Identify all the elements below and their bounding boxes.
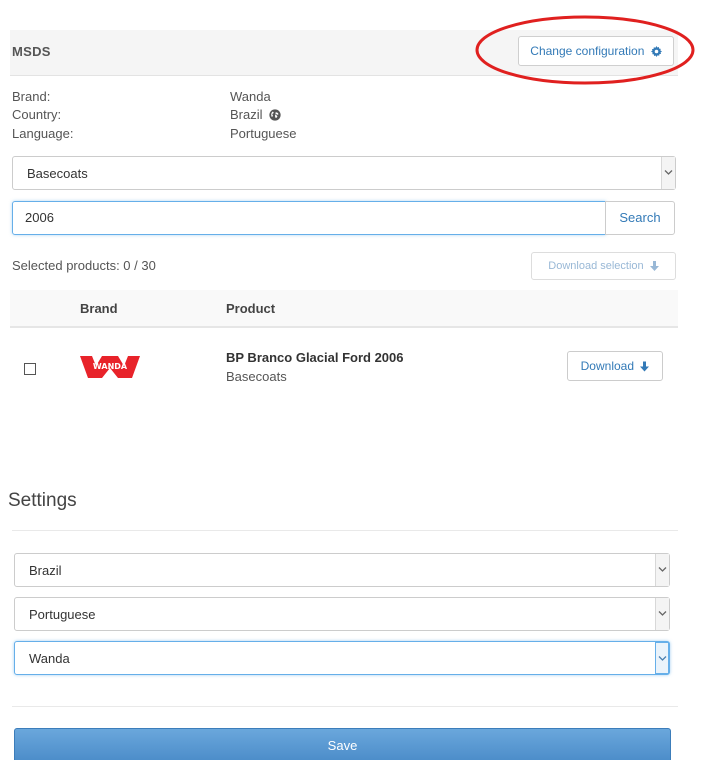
product-name: BP Branco Glacial Ford 2006 [226,350,404,365]
globe-icon[interactable] [269,109,281,124]
download-label: Download [580,359,635,373]
brand-select-value: Wanda [29,651,70,666]
table-row: WANDA BP Branco Glacial Ford 2006 Baseco… [10,330,678,400]
brand-label: Brand: [12,89,51,104]
settings-title: Settings [8,490,77,511]
language-select[interactable]: Portuguese [14,597,670,631]
change-configuration-button[interactable]: Change configuration [518,36,674,66]
language-select-value: Portuguese [29,607,96,622]
msds-page: MSDS Change configuration Brand: Wanda C… [0,0,710,760]
category-select-value: Basecoats [27,166,88,181]
change-configuration-label: Change configuration [530,44,645,58]
category-select[interactable]: Basecoats [12,156,676,190]
gear-icon [650,39,662,67]
search-input[interactable]: 2006 [12,201,606,235]
msds-header: MSDS Change configuration [10,30,678,76]
arrow-down-icon [649,255,659,281]
chevron-down-icon[interactable] [655,598,669,630]
column-header-brand: Brand [80,301,118,316]
divider [12,706,678,707]
chevron-down-icon[interactable] [661,157,675,189]
divider [12,530,678,531]
arrow-down-icon [640,354,650,382]
search-button[interactable]: Search [605,201,675,235]
country-value-wrap: Brazil [230,107,281,124]
country-select[interactable]: Brazil [14,553,670,587]
save-button[interactable]: Save [14,728,671,760]
panel-title: MSDS [12,44,51,59]
brand-value: Wanda [230,89,271,104]
products-table-header: Brand Product [10,290,678,328]
brand-logo-text: WANDA [93,362,128,371]
country-select-value: Brazil [29,563,62,578]
chevron-down-icon[interactable] [655,642,669,674]
wanda-brand-logo: WANDA [80,356,140,378]
country-label: Country: [12,107,62,122]
row-select-checkbox[interactable] [24,363,36,375]
download-button[interactable]: Download [567,351,663,381]
language-value: Portuguese [230,126,297,141]
country-value: Brazil [230,107,263,122]
download-selection-label: Download selection [548,260,644,272]
language-label: Language: [12,126,74,141]
column-header-product: Product [226,301,276,316]
download-selection-button[interactable]: Download selection [531,252,676,280]
chevron-down-icon[interactable] [655,554,669,586]
brand-select[interactable]: Wanda [14,641,670,675]
product-category: Basecoats [226,369,287,384]
selected-products-count: Selected products: 0 / 30 [12,258,156,273]
